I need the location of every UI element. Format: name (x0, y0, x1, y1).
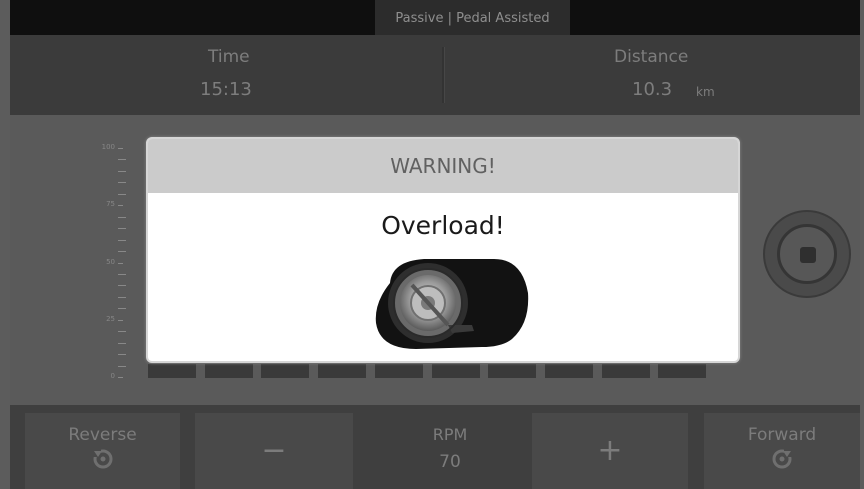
rpm-value: 70 (439, 452, 461, 472)
scale-tick (118, 194, 126, 195)
level-segment (658, 364, 707, 378)
level-segment (318, 364, 367, 378)
dialog-message: Overload! (381, 211, 505, 240)
decrease-button[interactable]: − (195, 413, 353, 489)
level-segment (204, 364, 253, 378)
reverse-label: Reverse (68, 425, 137, 445)
scale-tick (118, 308, 126, 309)
stop-button[interactable] (763, 210, 851, 298)
distance-label: Distance (614, 47, 689, 67)
rotate-cw-icon (772, 449, 792, 469)
mode-indicator: Passive | Pedal Assisted (375, 0, 570, 35)
rotate-ccw-icon (92, 449, 112, 469)
scale-tick (118, 182, 126, 183)
scale-tick (118, 148, 123, 149)
scale-tick (118, 159, 126, 160)
time-value: 15:13 (200, 79, 252, 100)
therapy-screen: Passive | Pedal Assisted Time 15:13 Dist… (0, 0, 864, 489)
overload-motor-icon (375, 259, 529, 349)
rpm-label: RPM (432, 425, 468, 444)
scale-label: 100 (101, 143, 115, 151)
stop-ring (777, 224, 837, 284)
scale-tick (118, 240, 126, 241)
dialog-title: WARNING! (148, 139, 738, 193)
minus-icon: − (261, 433, 287, 468)
level-segment (148, 364, 196, 378)
scale-label: 50 (106, 258, 115, 266)
mode-bar: Passive | Pedal Assisted (10, 0, 860, 35)
reverse-button[interactable]: Reverse (25, 413, 180, 489)
stop-icon (800, 247, 816, 263)
scale-tick (118, 205, 123, 206)
level-segment (431, 364, 480, 378)
forward-label: Forward (747, 425, 817, 445)
level-segment (544, 364, 593, 378)
scale-tick (118, 297, 126, 298)
scale-tick (118, 217, 126, 218)
scale-tick (118, 274, 126, 275)
scale-tick (118, 285, 126, 286)
warning-dialog: WARNING! Overload! (146, 137, 740, 363)
distance-unit: km (696, 85, 715, 99)
scale-label: 25 (106, 315, 115, 323)
stats-divider (442, 47, 444, 103)
scale-tick (118, 263, 123, 264)
scale-tick (118, 171, 126, 172)
time-label: Time (208, 47, 250, 67)
stats-bar: Time 15:13 Distance 10.3 km (10, 35, 860, 115)
scale-label: 0 (110, 372, 115, 380)
increase-button[interactable]: + (532, 413, 688, 489)
scale-tick (118, 377, 123, 378)
plus-icon: + (597, 433, 623, 468)
scale-label: 75 (106, 200, 115, 208)
level-segment (488, 364, 537, 378)
scale-tick (118, 251, 126, 252)
scale-tick (118, 320, 123, 321)
scale-tick (118, 228, 126, 229)
scale-tick (118, 331, 126, 332)
level-segment (601, 364, 650, 378)
scale-tick (118, 354, 126, 355)
scale-tick (118, 366, 126, 367)
distance-value: 10.3 (632, 79, 673, 100)
level-segment (261, 364, 310, 378)
scale-tick (118, 343, 126, 344)
rpm-display: RPM 70 (380, 413, 520, 489)
level-segment (374, 364, 423, 378)
forward-button[interactable]: Forward (704, 413, 860, 489)
